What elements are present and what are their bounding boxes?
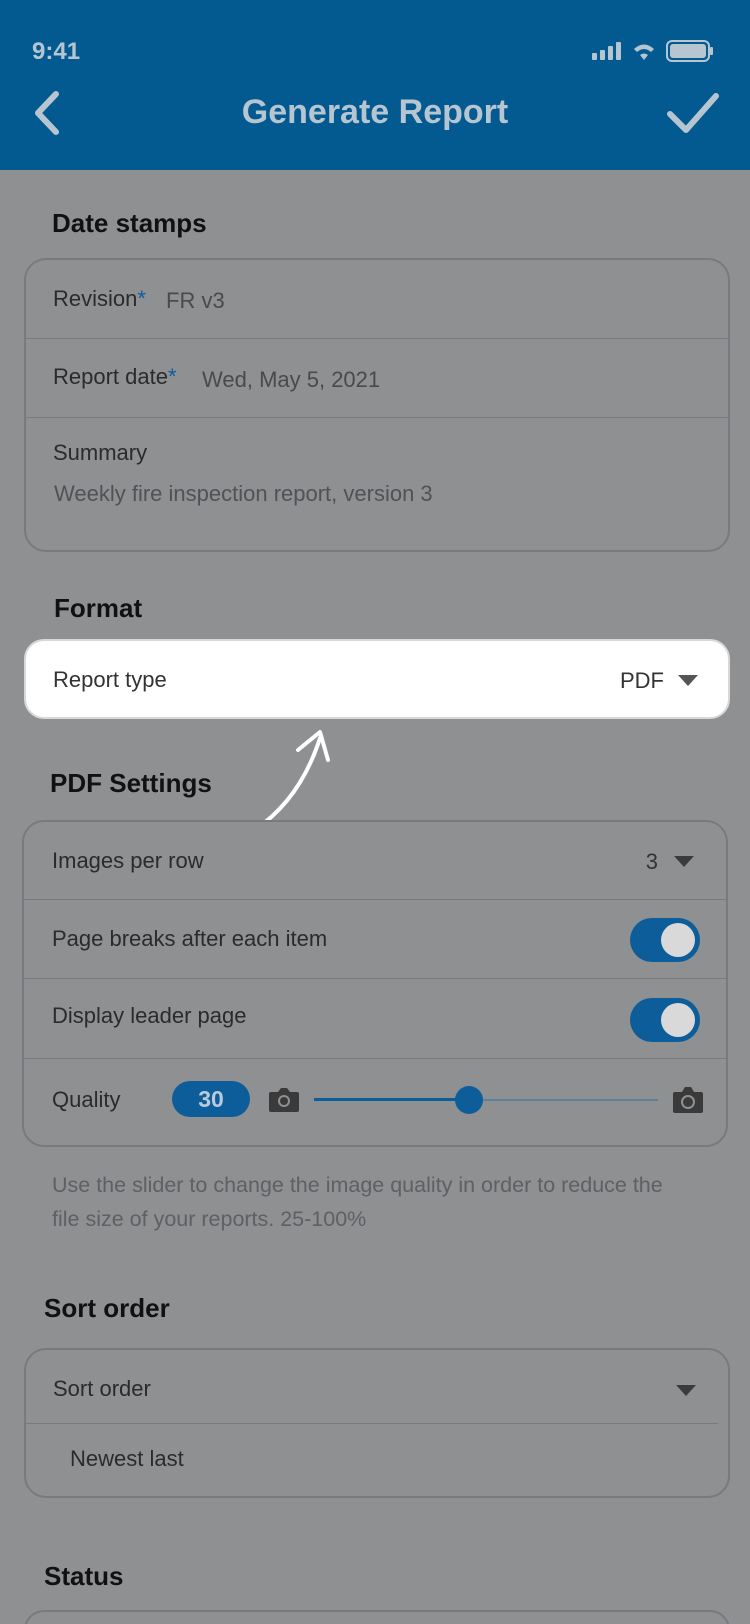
slider-thumb[interactable] (455, 1086, 483, 1114)
report-type-label: Report type (53, 667, 167, 692)
chevron-down-icon (676, 1385, 696, 1396)
quality-help-text: Use the slider to change the image quali… (52, 1173, 663, 1231)
chevron-down-icon (678, 675, 698, 686)
page-breaks-row: Page breaks after each item (24, 900, 726, 979)
summary-label: Summary (53, 440, 148, 465)
images-per-row-row[interactable]: Images per row 3 (24, 822, 726, 900)
camera-small-icon (269, 1088, 299, 1112)
report-date-field[interactable]: Wed, May 5, 2021 (202, 367, 380, 393)
report-date-row[interactable]: Report date* Wed, May 5, 2021 (26, 339, 728, 418)
summary-row[interactable]: Summary Weekly fire inspection report, v… (26, 418, 728, 550)
leader-page-toggle[interactable] (630, 998, 700, 1042)
camera-large-icon (673, 1087, 703, 1113)
report-type-dropdown[interactable]: Report type PDF (24, 639, 730, 719)
report-type-value: PDF (620, 668, 664, 693)
signal-icon (592, 42, 621, 60)
quality-row: Quality 30 (24, 1059, 726, 1145)
status-title: Status (44, 1561, 124, 1591)
revision-label: Revision* (53, 286, 146, 311)
images-per-row-value: 3 (645, 849, 658, 874)
page-breaks-label: Page breaks after each item (52, 926, 328, 951)
revision-row[interactable]: Revision* FR v3 (26, 260, 728, 339)
summary-field[interactable]: Weekly fire inspection report, version 3 (54, 481, 433, 507)
toggle-knob (661, 923, 695, 957)
page-title: Generate Report (241, 93, 509, 131)
leader-page-row: Display leader page (24, 979, 726, 1059)
status-time: 9:41 (32, 38, 81, 65)
sort-order-label: Sort order (53, 1376, 151, 1401)
format-title: Format (54, 593, 143, 623)
status-card (24, 1610, 730, 1624)
battery-icon (666, 40, 713, 62)
images-per-row-label: Images per row (52, 848, 204, 873)
quality-slider[interactable] (314, 1086, 658, 1114)
date-stamps-title: Date stamps (52, 208, 207, 238)
sort-order-dropdown[interactable]: Sort order (26, 1350, 718, 1424)
confirm-check-icon[interactable] (664, 88, 720, 138)
quality-label: Quality (52, 1087, 121, 1112)
toggle-knob (661, 1003, 695, 1037)
report-date-label: Report date* (53, 364, 177, 389)
status-icons (592, 40, 714, 62)
quality-value-badge: 30 (172, 1081, 250, 1117)
date-stamps-card: Revision* FR v3 Report date* Wed, May 5,… (24, 258, 730, 552)
top-app-bar: 9:41 Generate Report (0, 0, 750, 170)
pdf-settings-card: Images per row 3 Page breaks after each … (22, 820, 728, 1147)
leader-page-label: Display leader page (52, 1003, 247, 1028)
sort-order-card: Sort order Newest last (24, 1348, 730, 1498)
page-breaks-toggle[interactable] (630, 918, 700, 962)
slider-fill (314, 1098, 469, 1101)
sort-order-title: Sort order (44, 1293, 170, 1323)
pdf-settings-title: PDF Settings (50, 768, 212, 798)
revision-field[interactable]: FR v3 (166, 288, 225, 314)
wifi-icon (634, 44, 654, 60)
sort-order-option[interactable]: Newest last (26, 1424, 728, 1496)
chevron-down-icon (674, 856, 694, 867)
sort-order-selected: Newest last (70, 1446, 184, 1471)
